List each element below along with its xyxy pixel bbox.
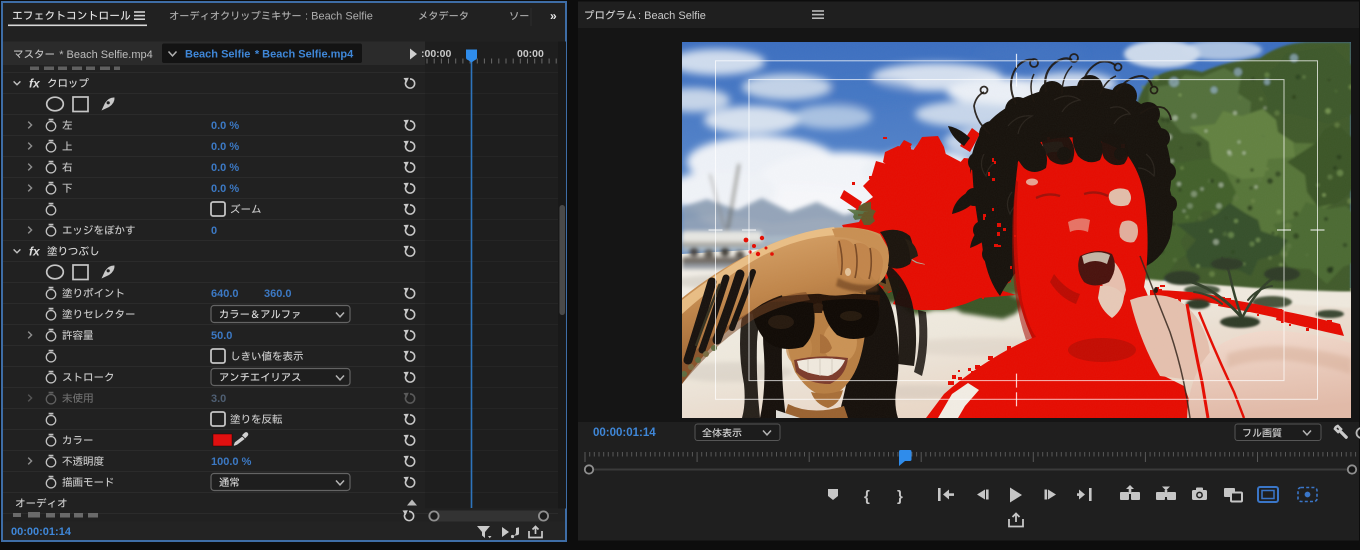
- svg-text:* Beach Selfie.mp4: * Beach Selfie.mp4: [57, 49, 153, 61]
- svg-text:fx: fx: [29, 77, 41, 91]
- svg-text:{: {: [864, 488, 870, 505]
- svg-text:360.0: 360.0: [264, 288, 292, 300]
- svg-text:0.0 %: 0.0 %: [211, 183, 239, 195]
- svg-text::00:00: :00:00: [421, 48, 452, 60]
- svg-text:00:00: 00:00: [517, 48, 544, 60]
- svg-text:: Beach Selfie: : Beach Selfie: [638, 10, 706, 22]
- svg-text:0.0 %: 0.0 %: [211, 120, 239, 132]
- svg-text:100.0 %: 100.0 %: [211, 456, 252, 468]
- svg-text:50.0: 50.0: [211, 330, 232, 342]
- svg-text:: Beach Selfie: : Beach Selfie: [305, 11, 373, 23]
- svg-text:00:00:01:14: 00:00:01:14: [11, 526, 72, 538]
- svg-text:fx: fx: [29, 245, 41, 259]
- svg-text:0.0 %: 0.0 %: [211, 141, 239, 153]
- svg-text:}: }: [897, 488, 903, 505]
- svg-text:3.0: 3.0: [211, 393, 226, 405]
- svg-text:0: 0: [211, 225, 217, 237]
- svg-text:Beach Selfie * Beach Selfie.m: Beach Selfie * Beach Selfie.mp4: [185, 49, 354, 61]
- svg-text:»: »: [550, 9, 557, 23]
- svg-text:00:00:01:14: 00:00:01:14: [593, 427, 656, 439]
- svg-text:0.0 %: 0.0 %: [211, 162, 239, 174]
- svg-text:640.0: 640.0: [211, 288, 239, 300]
